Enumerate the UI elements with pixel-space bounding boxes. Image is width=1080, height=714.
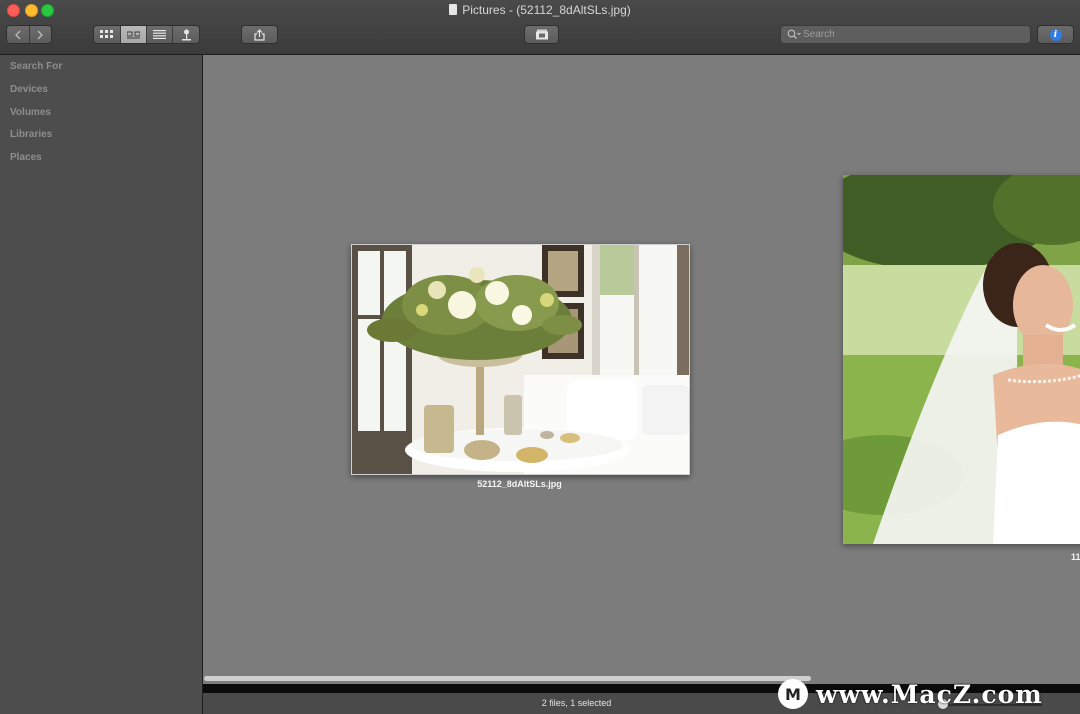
window-title-text: Pictures - (52112_8dAltSLs.jpg) xyxy=(462,3,631,17)
forward-button[interactable] xyxy=(29,26,51,43)
coverflow-browser: 52112_8dAltSLs.jpg 11 xyxy=(203,55,1080,675)
share-icon xyxy=(254,28,265,41)
list-view-icon xyxy=(153,30,167,39)
watermark-logo-letter: M xyxy=(785,684,801,704)
nav-buttons xyxy=(6,25,52,44)
thumbnail-filename: 52112_8dAltSLs.jpg xyxy=(477,479,562,489)
view-mode-control xyxy=(93,25,200,44)
sidebar-section-places[interactable]: Places xyxy=(10,152,42,163)
view-list-button[interactable] xyxy=(147,26,174,43)
chevron-left-icon xyxy=(14,30,21,39)
watermark-logo-icon: M xyxy=(778,679,808,709)
coverflow-view-icon xyxy=(127,31,141,39)
scrollbar-thumb[interactable] xyxy=(204,676,811,681)
watermark: M www.MacZ.com xyxy=(778,676,1043,712)
image-thumbnail[interactable] xyxy=(843,175,1080,544)
map-pin-icon xyxy=(181,29,191,40)
document-icon xyxy=(449,4,458,15)
search-icon xyxy=(787,29,801,39)
slideshow-button[interactable] xyxy=(524,25,559,44)
window-title: Pictures - (52112_8dAltSLs.jpg) xyxy=(0,3,1080,17)
grid-view-icon xyxy=(100,30,114,38)
chevron-right-icon xyxy=(37,30,44,39)
bride-photo xyxy=(843,175,1080,544)
sidebar: Search For Devices Volumes Libraries Pla… xyxy=(0,55,203,714)
info-button[interactable]: i xyxy=(1037,25,1074,44)
share-button[interactable] xyxy=(241,25,278,44)
search-input[interactable] xyxy=(803,27,1023,42)
watermark-text: www.MacZ.com xyxy=(816,679,1043,709)
sidebar-section-libraries[interactable]: Libraries xyxy=(10,129,52,140)
title-bar: Pictures - (52112_8dAltSLs.jpg) Search i xyxy=(0,0,1080,55)
sidebar-section-devices[interactable]: Devices xyxy=(10,84,48,95)
slideshow-icon xyxy=(535,29,548,40)
view-map-button[interactable] xyxy=(173,26,199,43)
search-field[interactable] xyxy=(780,25,1031,44)
back-button[interactable] xyxy=(7,26,30,43)
thumbnail-filename: 11 xyxy=(1071,552,1080,562)
view-coverflow-button[interactable] xyxy=(120,26,148,43)
sidebar-section-search-for[interactable]: Search For xyxy=(10,61,62,72)
flower-arrangement-photo xyxy=(352,245,689,474)
image-thumbnail-selected[interactable] xyxy=(351,244,690,475)
info-icon: i xyxy=(1049,28,1062,41)
sidebar-section-volumes[interactable]: Volumes xyxy=(10,107,51,118)
view-grid-button[interactable] xyxy=(94,26,121,43)
